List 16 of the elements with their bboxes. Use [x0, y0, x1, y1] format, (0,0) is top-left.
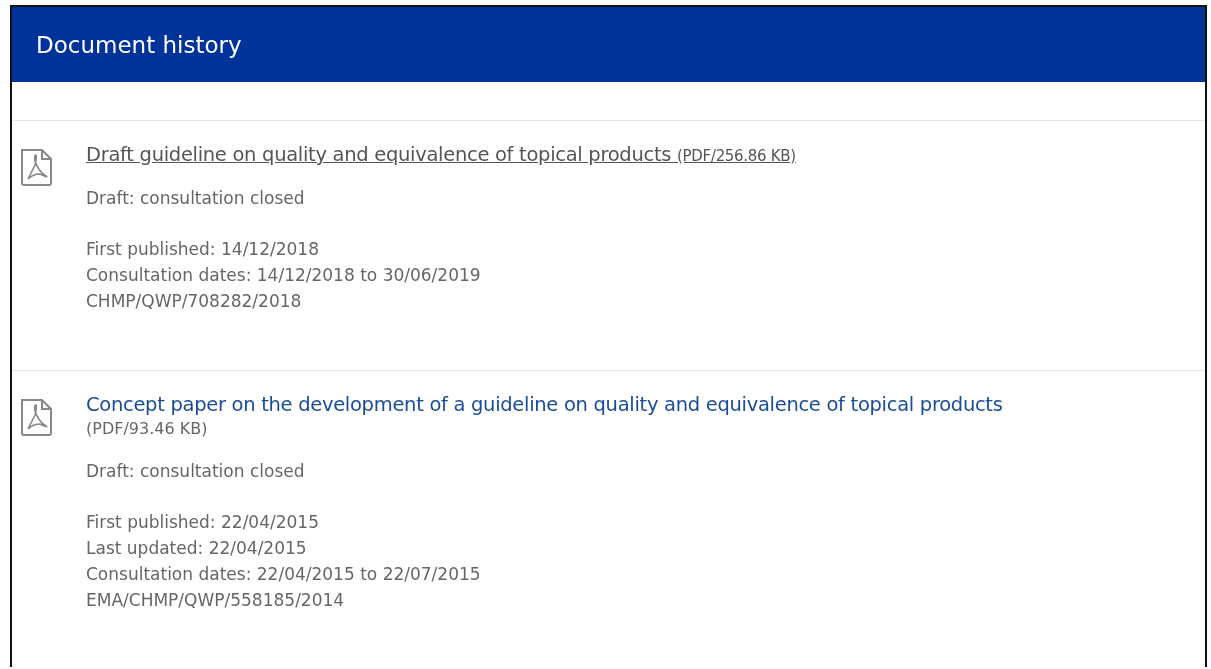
- document-link[interactable]: Draft guideline on quality and equivalence of topical products (PDF/256.86 KB): [86, 143, 796, 166]
- document-detail: First published: 14/12/2018: [86, 238, 320, 261]
- document-link[interactable]: Concept paper on the development of a guideline on quality and equivalence of topical products: [86, 393, 1205, 417]
- document-detail: Consultation dates: 14/12/2018 to 30/06/2019: [86, 264, 482, 287]
- document-detail: CHMP/QWP/708282/2018: [86, 290, 303, 313]
- pdf-file-icon: [18, 397, 54, 437]
- document-status: Draft: consultation closed: [86, 188, 306, 208]
- document-detail: Last updated: 22/04/2015: [86, 537, 308, 560]
- pdf-file-icon: [18, 147, 54, 187]
- file-size: (PDF/256.86 KB): [677, 147, 796, 165]
- panel-title: Document history: [36, 31, 242, 58]
- file-size: (PDF/93.46 KB): [86, 418, 209, 440]
- document-detail: Consultation dates: 22/04/2015 to 22/07/2015: [86, 563, 482, 586]
- document-status: Draft: consultation closed: [86, 461, 306, 481]
- document-detail: First published: 22/04/2015: [86, 511, 320, 534]
- document-detail: EMA/CHMP/QWP/558185/2014: [86, 589, 346, 612]
